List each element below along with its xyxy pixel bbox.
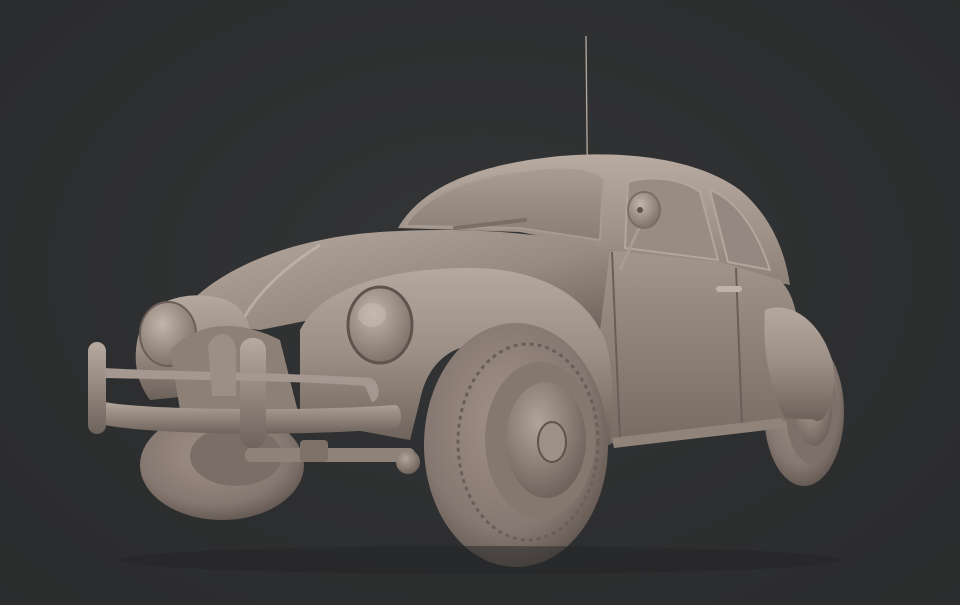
door-handle	[716, 286, 742, 292]
render-viewport	[0, 0, 960, 605]
ground-shadow	[120, 546, 840, 574]
front-right-wheel	[424, 323, 608, 567]
right-headlamp	[346, 285, 414, 365]
car-render	[88, 35, 844, 574]
